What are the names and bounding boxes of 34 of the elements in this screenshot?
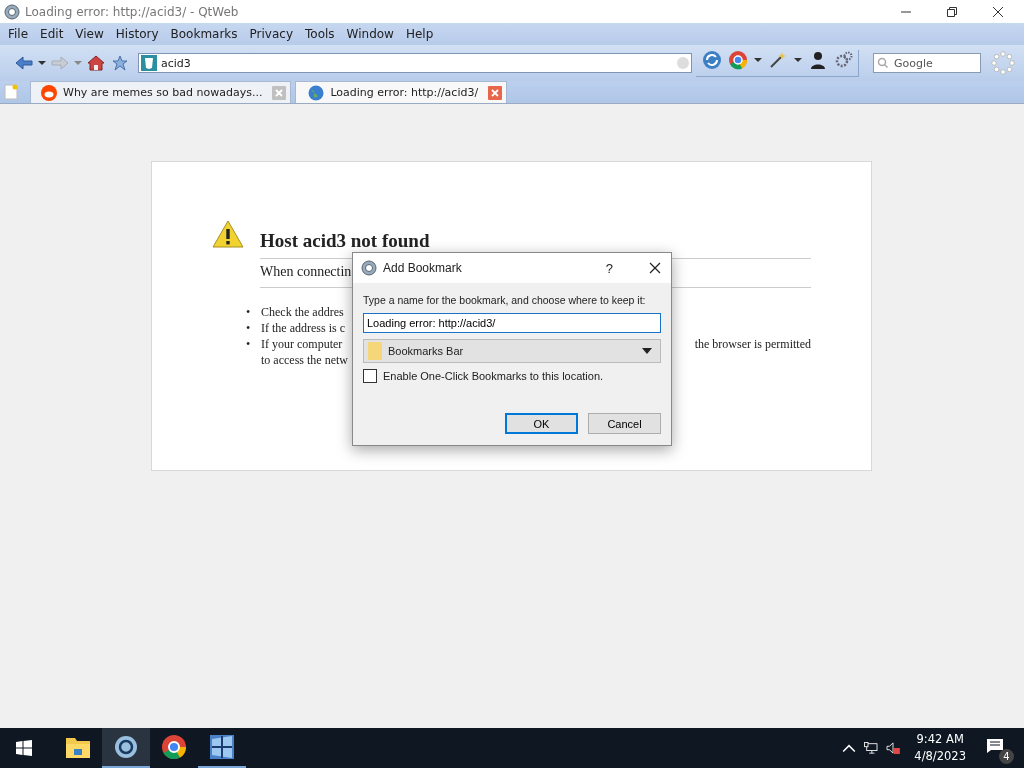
- bookmark-name-field[interactable]: Loading error: http://acid3/: [363, 313, 661, 333]
- menu-item[interactable]: File: [2, 27, 35, 41]
- bullet-marker: •: [246, 320, 252, 336]
- window-title: Loading error: http://acid3/ - QtWeb: [25, 4, 239, 19]
- clock-date[interactable]: 4/8/2023: [914, 748, 966, 765]
- menu-item[interactable]: Help: [399, 27, 440, 41]
- error-hint-text: Check the addres: [261, 304, 344, 320]
- address-field[interactable]: acid3: [138, 53, 692, 73]
- dialog-prompt: Type a name for the bookmark, and choose where to keep it:: [363, 293, 647, 307]
- help-button[interactable]: ?: [605, 260, 613, 276]
- browser-tab[interactable]: Why are memes so bad nowadays...: [30, 81, 292, 103]
- clock-time[interactable]: 9:42 AM: [916, 731, 964, 748]
- checkbox-label: Enable One-Click Bookmarks to this location.: [383, 370, 604, 382]
- menu-item[interactable]: View: [69, 27, 110, 41]
- error-subtitle: When connectin: [260, 263, 352, 281]
- dialog-button[interactable]: Cancel: [588, 413, 661, 434]
- menu-item[interactable]: Bookmarks: [164, 27, 244, 41]
- error-hint-text: the browser is permitted: [694, 336, 811, 352]
- bullet-marker: •: [246, 304, 252, 320]
- menu-item[interactable]: Window: [340, 27, 400, 41]
- error-title: Host acid3 not found: [260, 230, 430, 252]
- search-field[interactable]: Google: [873, 53, 981, 73]
- menu-item[interactable]: Tools: [299, 27, 341, 41]
- error-hint-text: If the address is c: [261, 320, 345, 336]
- menu-item[interactable]: History: [109, 27, 165, 41]
- dialog-button[interactable]: OK: [505, 413, 578, 434]
- error-hint-text: to access the netw: [261, 352, 348, 368]
- browser-tab[interactable]: Loading error: http://acid3/: [295, 81, 508, 103]
- error-hint-text: If your computer: [261, 336, 343, 352]
- bullet-marker: •: [246, 336, 252, 353]
- menu-item[interactable]: Privacy: [243, 27, 300, 41]
- folder-dropdown[interactable]: Bookmarks Bar: [363, 339, 661, 363]
- dialog-title: Add Bookmark: [383, 261, 462, 275]
- menu-item[interactable]: Edit: [34, 27, 70, 41]
